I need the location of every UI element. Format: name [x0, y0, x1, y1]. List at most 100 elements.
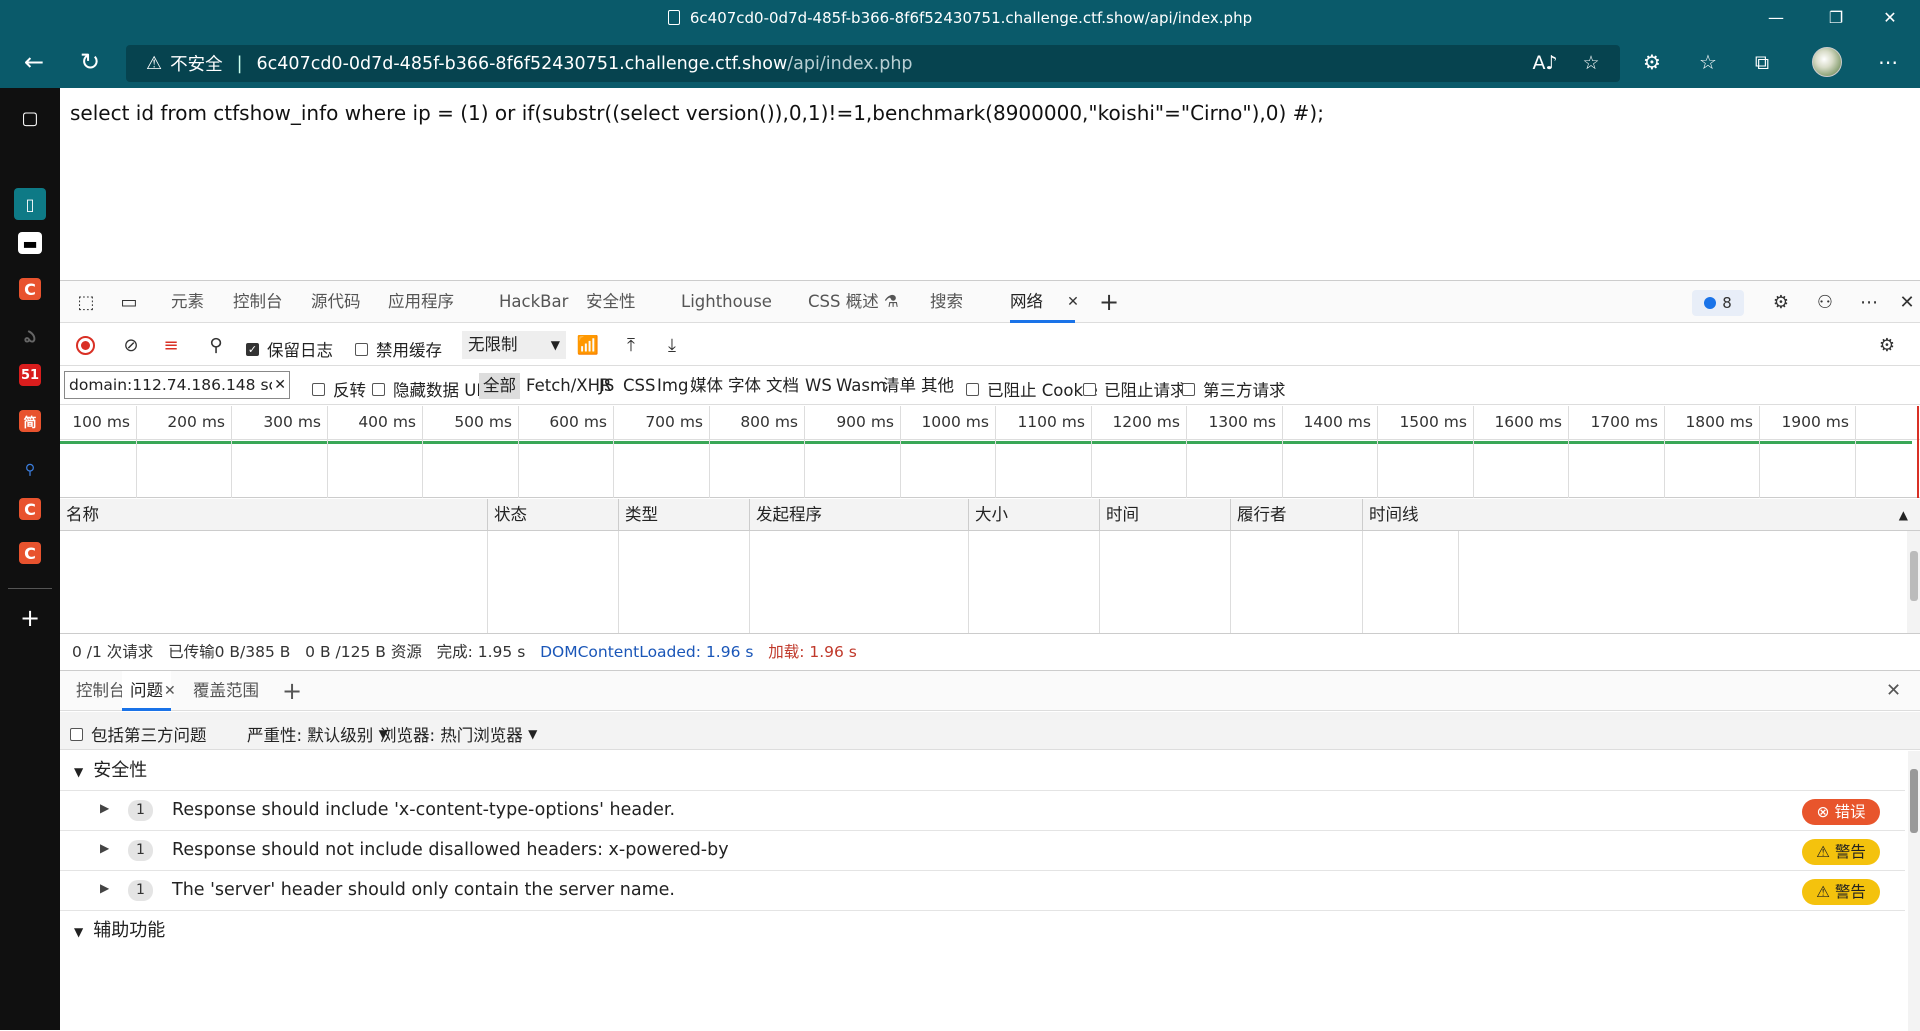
close-issues-tab-icon[interactable]: ✕ [164, 671, 176, 711]
filter-icon[interactable]: ≡ [156, 330, 186, 360]
favorites-icon[interactable]: ☆ [1690, 44, 1726, 80]
filter-wasm[interactable]: Wasm [836, 373, 886, 399]
issue-count: 1 [128, 880, 153, 901]
more-options-icon[interactable]: ⋯ [1854, 287, 1884, 317]
filter-img[interactable]: Img [657, 373, 688, 399]
tab-sources[interactable]: 源代码 [311, 281, 361, 323]
browser-dropdown[interactable]: 浏览器: 热门浏览器 ▼ [380, 722, 537, 746]
url-field[interactable]: ⚠ 不安全 | 6c407cd0-0d7d-485f-b366-8f6f5243… [126, 45, 1620, 82]
tab-css-overview[interactable]: CSS 概述 ⚗ [808, 281, 899, 323]
col-fulfilled-by[interactable]: 履行者 [1231, 499, 1363, 531]
device-emulation-icon[interactable]: ▭ [114, 287, 144, 317]
tab-lighthouse[interactable]: Lighthouse [681, 281, 772, 323]
close-drawer-icon[interactable]: ✕ [1886, 671, 1901, 711]
tab-51-icon[interactable]: 51 [19, 364, 41, 386]
category-accessibility[interactable]: ▼ 辅助功能 [60, 911, 1905, 951]
col-status[interactable]: 状态 [488, 499, 619, 531]
invert-checkbox[interactable]: 反转 [312, 377, 366, 401]
clear-icon[interactable]: ⊘ [116, 330, 146, 360]
table-scrollbar[interactable] [1907, 531, 1920, 633]
tab-video-icon[interactable]: ▬ [18, 232, 42, 254]
import-har-icon[interactable]: ⤒ [616, 330, 646, 360]
security-label[interactable]: 不安全 [170, 51, 223, 76]
tab-jian-icon[interactable]: 简 [19, 410, 41, 432]
tab-search-icon[interactable]: ⚲ [14, 454, 46, 486]
issue-row[interactable]: ▶ 1 The 'server' header should only cont… [60, 871, 1905, 911]
drawer-tab-coverage[interactable]: 覆盖范围 [193, 671, 259, 711]
issues-scrollbar[interactable] [1908, 751, 1920, 1031]
clear-filter-icon[interactable]: ✕ [272, 372, 286, 398]
new-tab-icon[interactable]: + [14, 602, 46, 634]
blocked-requests-checkbox[interactable]: 已阻止请求 [1083, 377, 1187, 401]
warning-icon: ⚠ [1816, 883, 1830, 901]
preserve-log-checkbox[interactable]: ✓ 保留日志 [246, 337, 333, 361]
tab-csdn2-icon[interactable]: C [19, 498, 41, 520]
timeline-overview[interactable]: 100 ms 200 ms 300 ms 400 ms 500 ms 600 ms 700 … [60, 406, 1920, 498]
issue-row[interactable]: ▶ 1 Response should include 'x-content-t… [60, 791, 1905, 831]
tab-misc-icon[interactable]: ఎ [14, 322, 46, 354]
severity-dropdown[interactable]: 严重性: 默认级别 ▼ [247, 722, 388, 746]
filter-other[interactable]: 其他 [921, 373, 954, 399]
record-button[interactable] [70, 330, 100, 360]
filter-media[interactable]: 媒体 [690, 373, 723, 399]
settings-gear-icon[interactable]: ⚙ [1766, 287, 1796, 317]
col-waterfall[interactable]: 时间线 ▲ [1363, 499, 1920, 531]
drawer-tab-console[interactable]: 控制台 [76, 671, 126, 711]
tab-csdn3-icon[interactable]: C [19, 542, 41, 564]
add-drawer-tab-icon[interactable]: + [282, 671, 302, 711]
tab-csdn-icon[interactable]: C [19, 278, 41, 300]
read-aloud-icon[interactable]: A♪ [1528, 46, 1562, 80]
close-devtools-icon[interactable]: ✕ [1892, 287, 1920, 317]
extensions-icon[interactable]: ⚙ [1634, 44, 1670, 80]
filter-input[interactable]: domain:112.74.186.148 sch ✕ [64, 371, 290, 399]
category-security[interactable]: ▼ 安全性 [60, 751, 1905, 791]
tab-security[interactable]: 安全性 [586, 281, 636, 323]
filter-all[interactable]: 全部 [479, 373, 520, 399]
disable-cache-checkbox[interactable]: 禁用缓存 [355, 337, 442, 361]
filter-css[interactable]: CSS [623, 373, 655, 399]
minimize-button[interactable]: — [1748, 0, 1804, 34]
customize-icon[interactable]: ⚇ [1810, 287, 1840, 317]
col-time[interactable]: 时间 [1100, 499, 1231, 531]
tab-search[interactable]: 搜索 [930, 281, 963, 323]
third-party-checkbox[interactable]: 第三方请求 [1182, 377, 1286, 401]
blocked-cookies-checkbox[interactable]: 已阻止 Cookie [966, 377, 1098, 401]
sort-asc-icon: ▲ [1898, 508, 1908, 522]
tab-console[interactable]: 控制台 [233, 281, 283, 323]
tab-application[interactable]: 应用程序 [388, 281, 454, 323]
tab-actions-icon[interactable]: ▢ [14, 102, 46, 134]
refresh-button[interactable]: ↻ [72, 44, 108, 80]
tab-hackbar[interactable]: HackBar [499, 281, 568, 323]
back-button[interactable]: ← [16, 44, 52, 80]
more-tools-icon[interactable]: + [1094, 287, 1124, 317]
issue-row[interactable]: ▶ 1 Response should not include disallow… [60, 831, 1905, 871]
timeline-tick-label: 800 ms [740, 413, 798, 431]
collections-icon[interactable]: ⧉ [1744, 44, 1780, 80]
throttle-select[interactable]: 无限制 ▼ [462, 331, 566, 359]
export-har-icon[interactable]: ⤓ [657, 330, 687, 360]
search-icon[interactable]: ⚲ [201, 330, 231, 360]
col-initiator[interactable]: 发起程序 [750, 499, 969, 531]
filter-manifest[interactable]: 清单 [883, 373, 916, 399]
issues-badge[interactable]: 8 [1692, 290, 1744, 316]
close-network-tab-icon[interactable]: ✕ [1058, 287, 1088, 317]
col-size[interactable]: 大小 [969, 499, 1100, 531]
close-window-button[interactable]: ✕ [1862, 0, 1918, 34]
more-menu-icon[interactable]: ⋯ [1870, 44, 1906, 80]
network-conditions-icon[interactable]: 📶 [573, 330, 603, 360]
tab-elements[interactable]: 元素 [171, 281, 204, 323]
col-type[interactable]: 类型 [619, 499, 750, 531]
restore-button[interactable]: ❐ [1808, 0, 1864, 34]
include-third-party-checkbox[interactable]: 包括第三方问题 [60, 722, 207, 746]
profile-avatar[interactable] [1812, 47, 1842, 77]
add-favorite-icon[interactable]: ☆ [1574, 46, 1608, 80]
filter-js[interactable]: JS [599, 373, 614, 399]
network-settings-icon[interactable]: ⚙ [1872, 330, 1902, 360]
warning-badge: ⚠ 警告 [1802, 879, 1880, 905]
filter-ws[interactable]: WS [805, 373, 832, 399]
filter-doc[interactable]: 文档 [766, 373, 799, 399]
col-name[interactable]: 名称 [60, 499, 488, 531]
current-tab-page-icon[interactable]: ▯ [14, 188, 46, 220]
filter-font[interactable]: 字体 [728, 373, 761, 399]
inspect-element-icon[interactable]: ⬚ [71, 287, 101, 317]
